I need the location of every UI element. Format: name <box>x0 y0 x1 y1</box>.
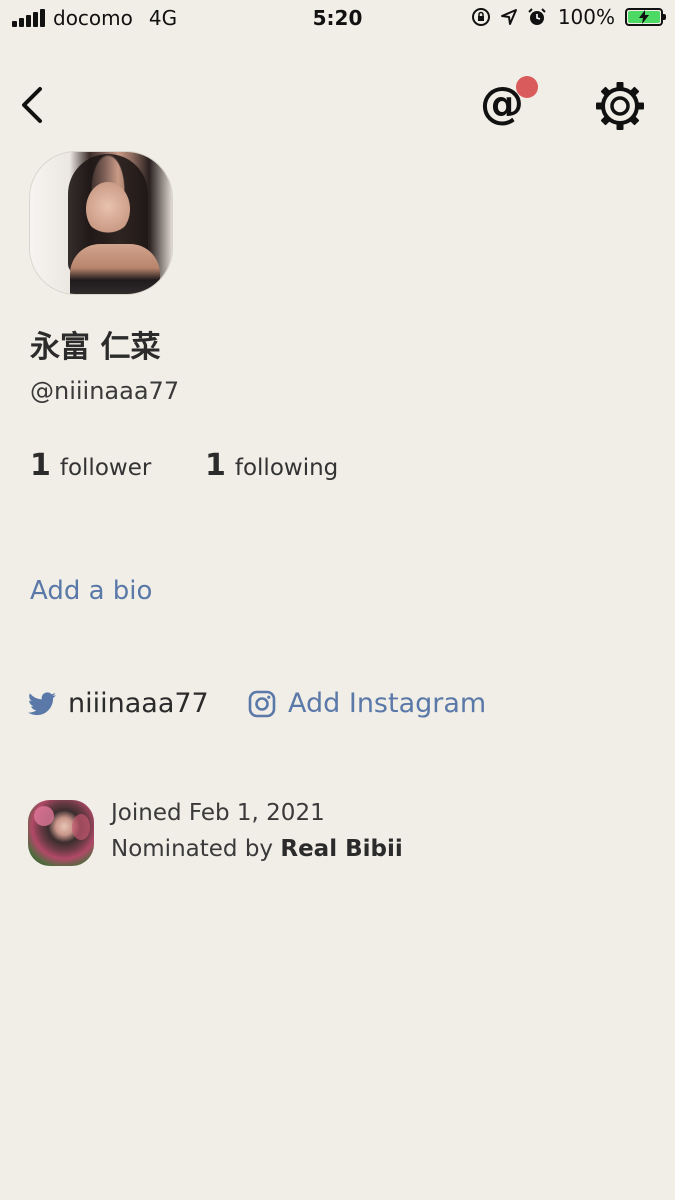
instagram-icon <box>248 690 276 717</box>
notification-dot <box>516 76 538 98</box>
followers-count: 1 <box>30 448 51 483</box>
twitter-link[interactable]: niiinaaa77 <box>28 688 209 719</box>
following-label: following <box>234 455 339 481</box>
add-bio-link[interactable]: Add a bio <box>30 576 152 606</box>
following-count: 1 <box>205 448 226 483</box>
chevron-left-icon <box>22 87 42 123</box>
twitter-handle: niiinaaa77 <box>68 688 209 719</box>
mentions-button[interactable]: @ <box>476 76 538 132</box>
battery-percent: 100% <box>557 5 615 29</box>
settings-button[interactable] <box>594 80 646 132</box>
twitter-bird-icon <box>28 691 56 715</box>
followers-label: follower <box>59 455 152 481</box>
nominated-by: Nominated by Real Bibii <box>111 836 403 862</box>
add-instagram-link[interactable]: Add Instagram <box>248 688 486 719</box>
add-instagram-label: Add Instagram <box>288 688 487 719</box>
profile-avatar[interactable] <box>30 152 172 294</box>
alarm-clock-icon <box>526 6 548 28</box>
profile-name: 永富 仁菜 <box>30 330 161 365</box>
status-bar: docomo 4G 5:20 100% <box>0 0 675 38</box>
battery-charging-icon <box>625 8 666 26</box>
profile-handle: @niiinaaa77 <box>30 377 180 405</box>
gear-icon <box>596 82 644 130</box>
back-button[interactable] <box>10 80 54 130</box>
nominator-name-link[interactable]: Real Bibii <box>280 836 402 862</box>
joined-date: Joined Feb 1, 2021 <box>111 800 325 826</box>
location-arrow-icon <box>498 6 520 28</box>
status-right: 100% <box>470 5 666 29</box>
followers-stat[interactable]: 1 follower <box>30 448 151 483</box>
nominated-prefix: Nominated by <box>111 836 274 862</box>
following-stat[interactable]: 1 following <box>205 448 338 483</box>
screen-lock-icon <box>470 6 492 28</box>
nominator-avatar[interactable] <box>28 800 94 866</box>
